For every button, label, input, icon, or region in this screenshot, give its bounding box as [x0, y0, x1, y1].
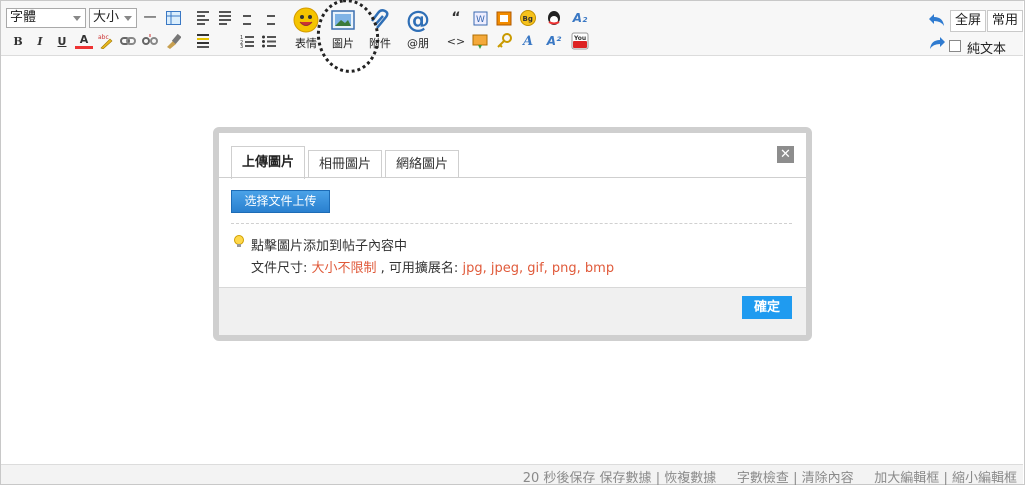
word-count-link[interactable]: 字數檢查: [737, 471, 789, 485]
svg-text:You: You: [573, 35, 586, 42]
extensions-value: jpg, jpeg, gif, png, bmp: [462, 261, 615, 276]
youtube-icon[interactable]: You: [571, 32, 589, 50]
editor-status-bar: 20 秒後保存 保存數據 | 恢複數據 字數檢查 | 清除內容 加大編輯框 | …: [1, 464, 1023, 485]
save-data-link[interactable]: 保存數據: [600, 471, 652, 485]
editor-toolbar: 字體 大小 一 B I U A abc 123 表情 圖片 附件 @ @朋 “ …: [1, 0, 1023, 77]
upload-file-button[interactable]: 选择文件上传: [231, 190, 330, 213]
image-label: 圖片: [332, 37, 354, 50]
redo-arrow-icon[interactable]: [928, 34, 946, 52]
font-color-icon[interactable]: A: [75, 32, 93, 49]
confirm-button[interactable]: 確定: [742, 296, 792, 319]
align-center-icon[interactable]: [238, 9, 256, 27]
plaintext-label: 純文本: [967, 42, 1007, 57]
background-color-icon[interactable]: Bg: [519, 9, 537, 27]
free-tag-icon[interactable]: [471, 32, 489, 50]
enlarge-editor-link[interactable]: 加大編輯框: [874, 471, 939, 485]
dashed-divider: [231, 223, 792, 224]
image-icon: [329, 7, 357, 33]
table-icon[interactable]: [164, 9, 182, 27]
font-size-value: 大小: [93, 10, 120, 25]
common-button[interactable]: 常用: [987, 10, 1023, 32]
unlink-icon[interactable]: [141, 32, 159, 50]
chevron-down-icon: [124, 16, 132, 21]
chevron-down-icon: [73, 16, 81, 21]
bold-icon[interactable]: B: [9, 32, 27, 50]
image-upload-dialog: 上傳圖片 相冊圖片 網絡圖片 ✕ 选择文件上传 點擊圖片添加到帖子內容中 文件尺…: [213, 127, 812, 341]
undo-arrow-icon[interactable]: [928, 11, 946, 29]
smiley-icon: [292, 7, 320, 33]
attachment-label: 附件: [369, 37, 391, 50]
media-icon[interactable]: [495, 9, 513, 27]
font-family-select[interactable]: 字體: [6, 8, 86, 28]
size-limit-value: 大小不限制: [311, 261, 377, 276]
tab-album-image[interactable]: 相冊圖片: [308, 150, 383, 178]
spellcheck-icon[interactable]: abc: [97, 32, 115, 50]
float-right-icon[interactable]: [216, 32, 234, 50]
unordered-list-icon[interactable]: [260, 32, 278, 50]
tip-insert: 點擊圖片添加到帖子內容中: [251, 239, 408, 254]
code-icon[interactable]: <>: [447, 32, 465, 50]
superscript-icon[interactable]: A²: [545, 32, 563, 50]
lightbulb-icon: [233, 235, 245, 252]
align-left-icon[interactable]: [194, 9, 212, 27]
tab-upload-image[interactable]: 上傳圖片: [231, 146, 306, 179]
font-style-icon[interactable]: A: [519, 32, 537, 50]
fullscreen-button[interactable]: 全屏: [950, 10, 987, 32]
clear-content-link[interactable]: 清除內容: [802, 471, 854, 485]
password-key-icon[interactable]: [495, 32, 513, 50]
restore-data-link[interactable]: 恢複數據: [664, 471, 716, 485]
flash-icon[interactable]: W: [471, 9, 489, 27]
at-sign-icon: @: [406, 6, 430, 34]
shrink-editor-link[interactable]: 縮小編輯框: [952, 471, 1017, 485]
autosave-text: 20 秒後保存: [522, 471, 596, 485]
paperclip-icon: [366, 7, 394, 33]
ordered-list-icon[interactable]: 123: [238, 32, 256, 50]
tab-divider: [219, 177, 806, 178]
svg-text:abc: abc: [98, 34, 109, 41]
svg-text:Bg: Bg: [523, 15, 533, 23]
align-right-icon[interactable]: [260, 9, 278, 27]
plaintext-checkbox[interactable]: [949, 40, 961, 52]
qq-icon[interactable]: [545, 9, 563, 27]
tab-web-image[interactable]: 網絡圖片: [385, 150, 460, 178]
float-left-icon[interactable]: [194, 32, 212, 50]
align-justify-icon[interactable]: [216, 9, 234, 27]
svg-text:W: W: [476, 15, 485, 25]
close-icon[interactable]: ✕: [777, 146, 794, 163]
link-icon[interactable]: [119, 32, 137, 50]
dialog-footer: 確定: [219, 287, 806, 335]
mention-label: @朋: [407, 37, 429, 50]
tip-file-info: 文件尺寸: 大小不限制 , 可用擴展名: jpg, jpeg, gif, png…: [251, 261, 615, 276]
dialog-tabs: 上傳圖片 相冊圖片 網絡圖片: [231, 146, 460, 179]
quote-icon[interactable]: “: [447, 9, 465, 27]
underline-icon[interactable]: U: [53, 32, 71, 50]
italic-icon[interactable]: I: [31, 32, 49, 50]
horizontal-rule-icon[interactable]: 一: [141, 9, 159, 27]
mention-button[interactable]: @ @朋: [403, 7, 433, 53]
attachment-button[interactable]: 附件: [365, 7, 395, 53]
clear-format-brush-icon[interactable]: [164, 32, 182, 50]
emoticon-button[interactable]: 表情: [291, 7, 321, 53]
image-button[interactable]: 圖片: [329, 7, 357, 53]
svg-text:3: 3: [240, 44, 243, 48]
font-size-select[interactable]: 大小: [89, 8, 137, 28]
subscript-icon[interactable]: A₂: [571, 9, 589, 27]
font-family-value: 字體: [10, 10, 37, 25]
emoticon-label: 表情: [295, 37, 317, 50]
